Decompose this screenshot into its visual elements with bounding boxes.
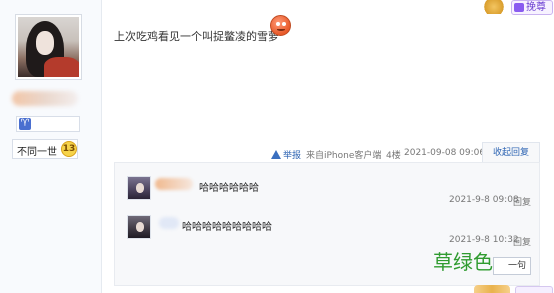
reply-author-blurred[interactable]	[155, 178, 193, 190]
reply-time: 2021-9-8 09:08	[449, 195, 519, 205]
reply-link[interactable]: 回复	[513, 195, 531, 208]
reply-text: 哈哈哈哈哈哈哈哈哈	[182, 222, 272, 233]
post-content: 上次吃鸡看见一个叫捉鳖凌的雪萝	[114, 30, 279, 43]
watermark-text: 草绿色	[433, 250, 493, 274]
angry-face-icon	[270, 15, 291, 36]
reply-time: 2021-9-8 10:32	[449, 235, 519, 245]
author-sidebar: ♈ 不同一世 13	[0, 0, 102, 293]
reply-link[interactable]: 回复	[513, 235, 531, 248]
upgrade-button[interactable]: 挽尊	[511, 0, 553, 15]
avatar-image	[18, 17, 79, 77]
member-title-badge[interactable]: 不同一世 13	[12, 139, 78, 159]
thumb-icon	[514, 3, 524, 12]
member-title-label: 不同一世	[17, 147, 57, 158]
aries-icon: ♈	[19, 118, 31, 130]
reply-text: 哈哈哈哈哈哈	[199, 183, 259, 194]
author-avatar[interactable]	[15, 14, 82, 80]
reply-avatar[interactable]	[127, 176, 151, 200]
upgrade-label: 挽尊	[526, 2, 546, 13]
report-label: 举报	[283, 151, 302, 161]
reply-avatar[interactable]	[127, 215, 151, 239]
post-datetime: 2021-09-08 09:06	[404, 148, 486, 158]
reply-author-blurred[interactable]	[159, 217, 179, 229]
author-name-blurred[interactable]	[12, 91, 78, 106]
warning-icon	[271, 150, 281, 159]
crown-icon	[474, 285, 510, 293]
collapse-reply-button[interactable]: 收起回复	[482, 142, 540, 162]
say-something-button[interactable]: 一句	[493, 257, 531, 275]
crown-icon	[482, 0, 506, 14]
upgrade-button[interactable]	[515, 286, 553, 293]
zodiac-badge: ♈	[16, 116, 80, 132]
level-badge: 13	[61, 141, 77, 157]
floor-number: 4楼	[386, 151, 401, 161]
report-link[interactable]: 举报	[271, 148, 301, 161]
post-source: 来自iPhone客户端	[306, 151, 382, 161]
